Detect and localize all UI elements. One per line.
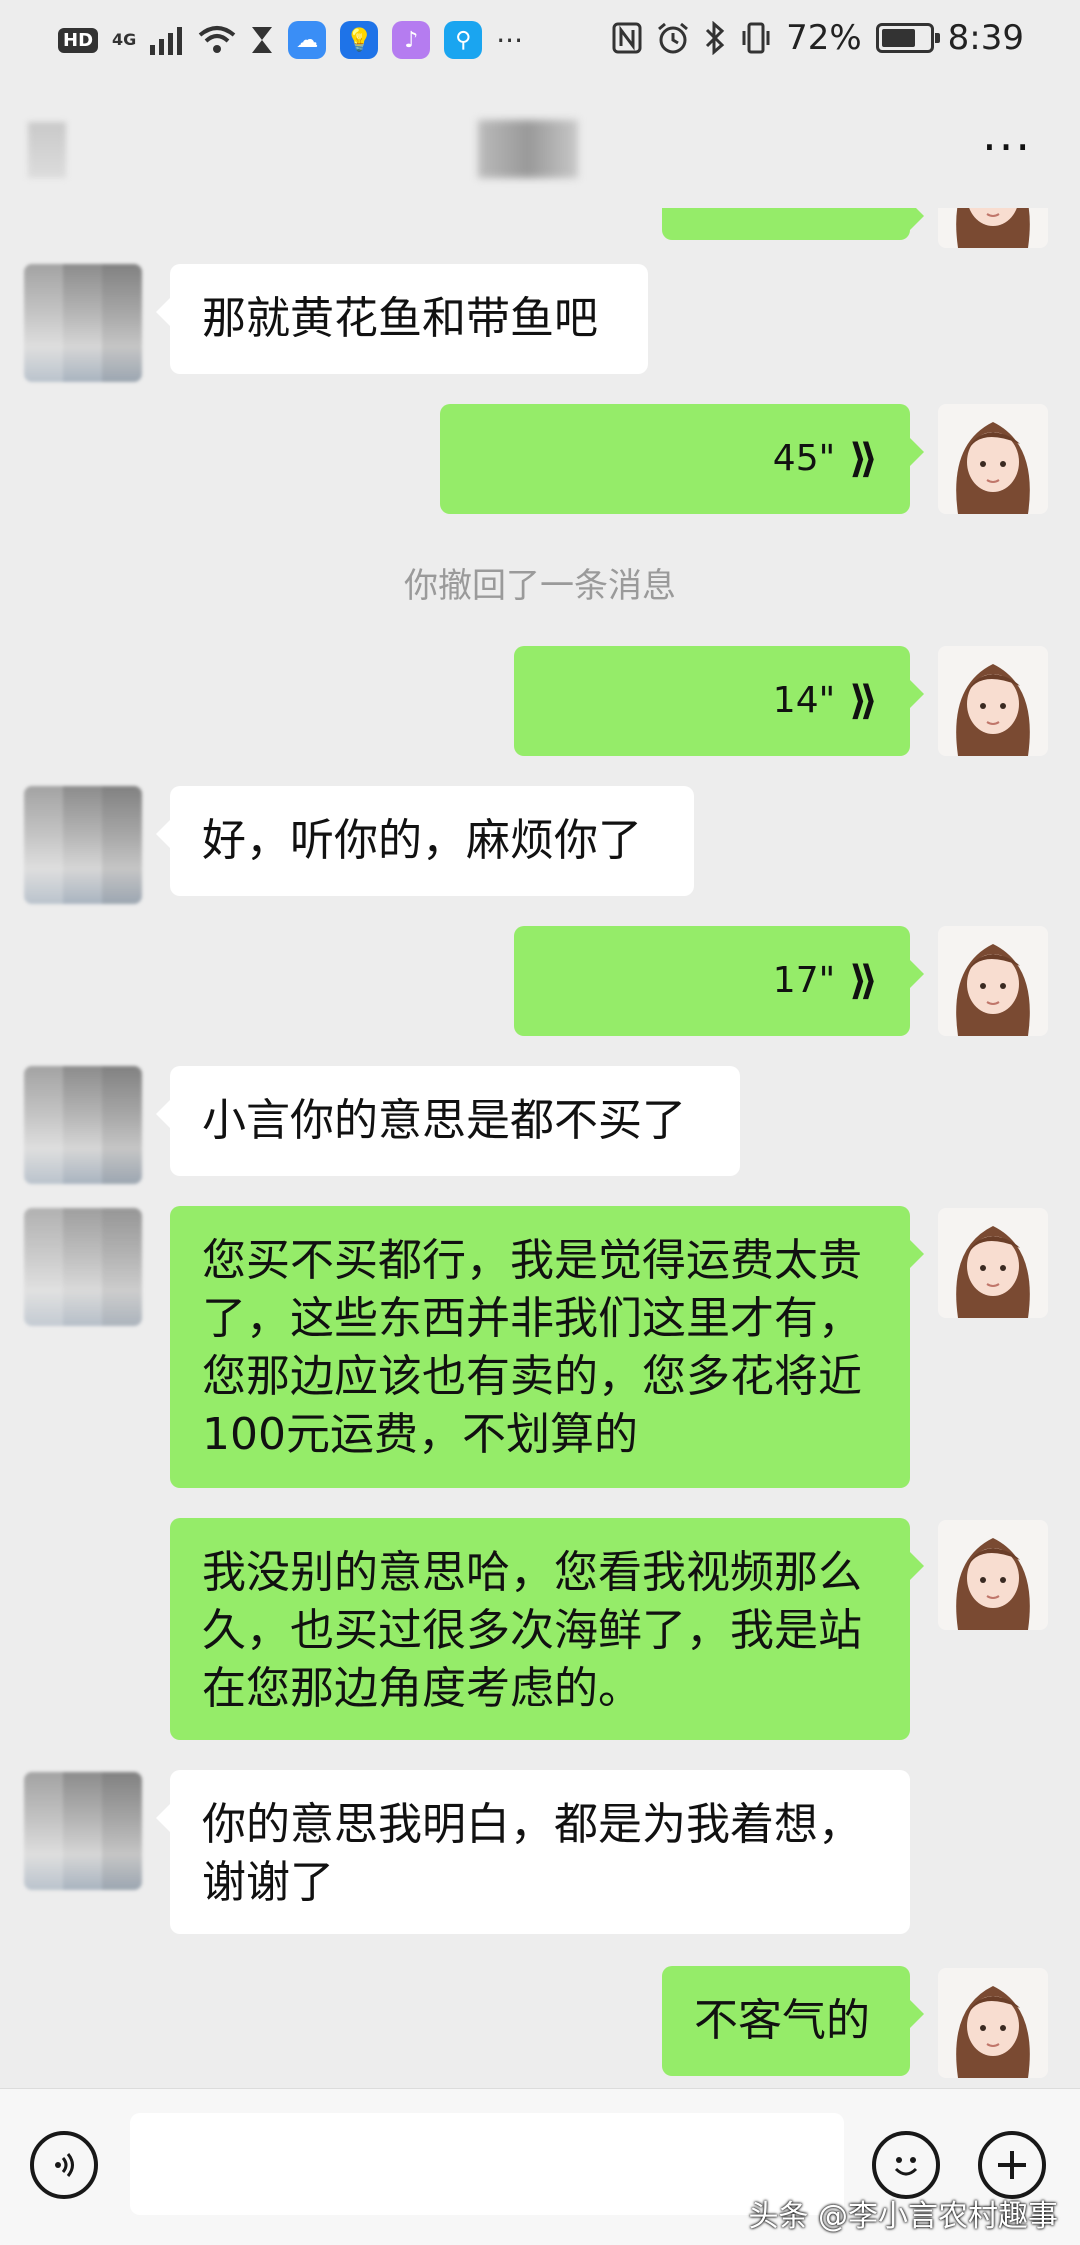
back-button[interactable] <box>28 122 66 178</box>
my-avatar[interactable] <box>938 1968 1048 2078</box>
my-avatar[interactable] <box>938 1208 1048 1318</box>
girl-avatar-icon <box>956 664 1030 756</box>
message-bubble-sent[interactable]: 我没别的意思哈，您看我视频那么久，也买过很多次海鲜了，我是站在您那边角度考虑的。 <box>170 1518 924 1740</box>
bluetooth-icon <box>704 18 726 58</box>
status-bar: HD 4G ☁ 💡 ♪ ⚲ ··· 72% 8:39 <box>0 0 1080 84</box>
girl-avatar-icon <box>956 1226 1030 1318</box>
contact-avatar[interactable] <box>24 264 142 382</box>
message-bubble-received[interactable]: 你的意思我明白，都是为我着想，谢谢了 <box>156 1770 910 1934</box>
wifi-icon <box>198 20 236 60</box>
girl-avatar-icon <box>956 1986 1030 2078</box>
girl-avatar-icon <box>956 208 1030 248</box>
voice-duration: 17" <box>772 960 836 1001</box>
hourglass-icon <box>250 20 274 60</box>
girl-avatar-icon <box>956 944 1030 1036</box>
message-bubble-received[interactable]: 小言你的意思是都不买了 <box>156 1066 740 1176</box>
voice-wave-icon: ⟫ <box>849 678 878 724</box>
nfc-icon <box>612 18 642 58</box>
girl-avatar-icon <box>956 1538 1030 1630</box>
chat-messages[interactable]: 那就黄花鱼和带鱼吧 45" ⟫ 你撤回了一条消息 14" ⟫ 好，听你的，麻烦你了 … <box>0 208 1080 2088</box>
my-avatar[interactable] <box>938 646 1048 756</box>
alarm-icon <box>656 18 690 58</box>
contact-avatar[interactable] <box>24 786 142 904</box>
more-notifications-icon: ··· <box>496 23 523 57</box>
network-type: 4G <box>112 30 137 49</box>
search-app-icon: ⚲ <box>444 21 483 59</box>
message-bubble-sent[interactable]: 不客气的 <box>662 1966 924 2076</box>
voice-message-bubble[interactable]: 45" ⟫ <box>440 404 924 514</box>
cloud-app-icon: ☁ <box>288 21 327 59</box>
my-avatar[interactable] <box>938 404 1048 514</box>
bulb-app-icon: 💡 <box>340 21 379 59</box>
music-app-icon: ♪ <box>392 21 431 59</box>
plus-icon[interactable] <box>978 2131 1046 2199</box>
my-avatar[interactable] <box>938 1520 1048 1630</box>
recall-notice: 你撤回了一条消息 <box>404 566 676 606</box>
my-avatar[interactable] <box>938 208 1048 248</box>
message-bubble-partial[interactable] <box>662 208 924 240</box>
message-bubble-sent[interactable]: 您买不买都行，我是觉得运费太贵了，这些东西并非我们这里才有，您那边应该也有卖的，… <box>170 1206 924 1488</box>
battery-percent: 72% <box>786 18 862 58</box>
hd-icon: HD <box>58 27 99 53</box>
watermark: 头条 @李小言农村趣事 <box>748 2199 1058 2234</box>
voice-wave-icon: ⟫ <box>849 436 878 482</box>
more-options-button[interactable]: ··· <box>982 124 1032 170</box>
input-bar: 头条 @李小言农村趣事 <box>0 2088 1080 2245</box>
girl-avatar-icon <box>956 422 1030 514</box>
clock: 8:39 <box>947 18 1024 58</box>
my-avatar[interactable] <box>938 926 1048 1036</box>
voice-duration: 14" <box>772 680 836 721</box>
contact-avatar[interactable] <box>24 1772 142 1890</box>
message-input[interactable] <box>130 2113 844 2215</box>
voice-duration: 45" <box>772 438 836 479</box>
contact-avatar[interactable] <box>24 1066 142 1184</box>
voice-message-bubble[interactable]: 14" ⟫ <box>514 646 924 756</box>
battery-icon <box>875 23 940 53</box>
message-bubble-received[interactable]: 那就黄花鱼和带鱼吧 <box>156 264 648 374</box>
contact-avatar[interactable] <box>24 1208 142 1326</box>
chat-header: ··· <box>0 84 1080 208</box>
emoji-icon[interactable] <box>872 2131 940 2199</box>
voice-wave-icon: ⟫ <box>849 958 878 1004</box>
voice-message-bubble[interactable]: 17" ⟫ <box>514 926 924 1036</box>
chat-title <box>478 120 578 178</box>
vibrate-icon <box>740 18 772 58</box>
message-bubble-received[interactable]: 好，听你的，麻烦你了 <box>156 786 694 896</box>
voice-icon[interactable] <box>30 2131 98 2199</box>
signal-icon <box>150 20 184 60</box>
